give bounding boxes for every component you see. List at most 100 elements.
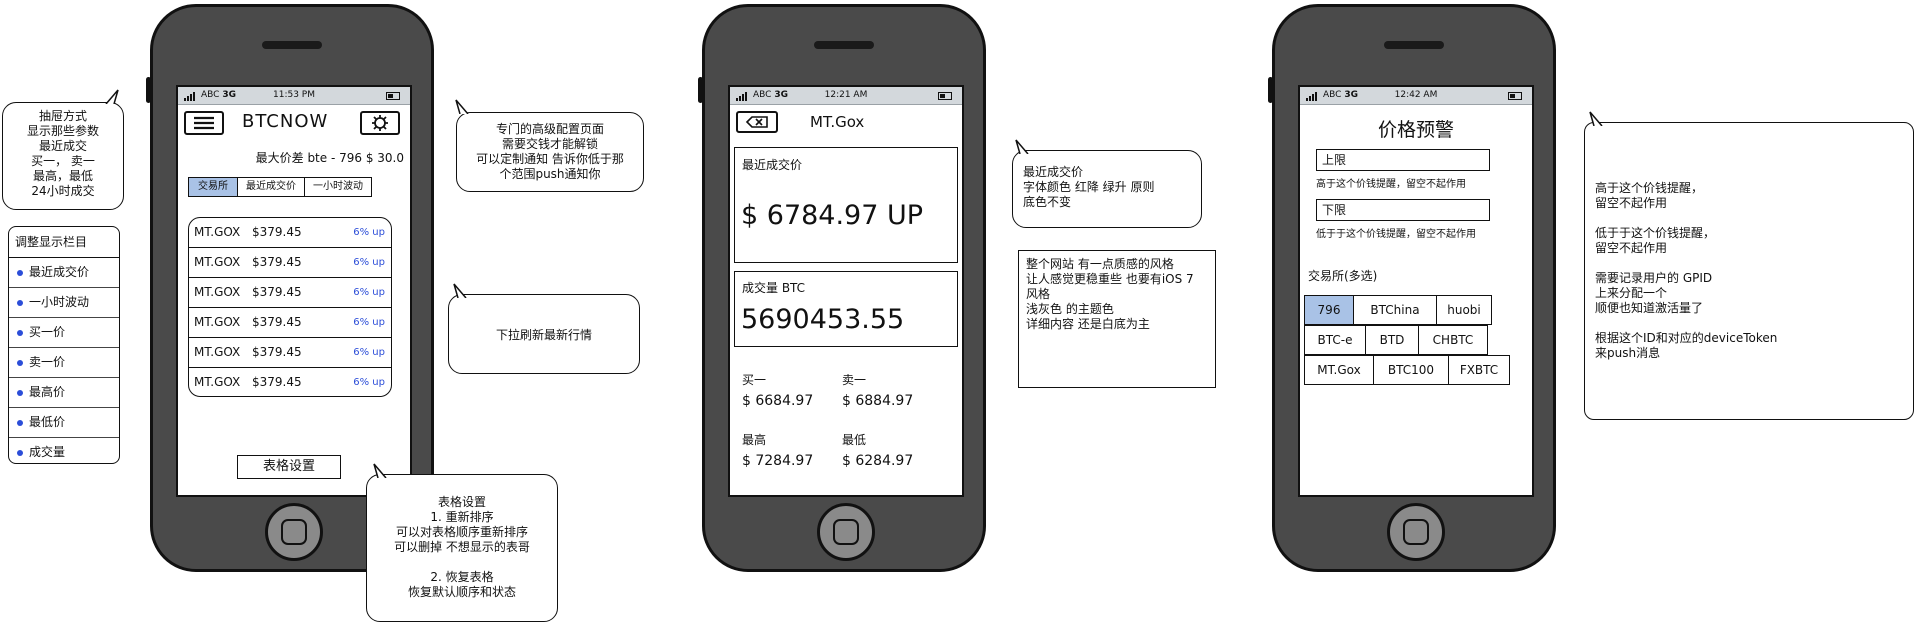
- callout-tail: [373, 463, 387, 478]
- note-line: 低于于这个价钱提醒，: [1595, 226, 1716, 240]
- sell-label: 卖一: [842, 373, 867, 387]
- note-line: 2. 恢复表格: [430, 570, 494, 584]
- table-settings-button[interactable]: 表格设置: [237, 455, 341, 479]
- battery-icon: [938, 92, 952, 100]
- screen-1: ABC 3G 11:53 PM BTCNOW 最大价差 bte - 796 $ …: [176, 85, 412, 497]
- exchange-name: MT.GOX: [194, 285, 241, 299]
- clock: 12:42 AM: [1394, 90, 1438, 100]
- column-item[interactable]: 成交量: [9, 438, 119, 463]
- table-row[interactable]: MT.GOX $379.45 6% up: [189, 248, 391, 278]
- max-spread: 最大价差 bte - 796 $ 30.0: [255, 151, 404, 165]
- exchange-option[interactable]: BTC100: [1373, 355, 1449, 385]
- volume-card: 成交量 BTC 5690453.55: [734, 271, 958, 347]
- note-line: [367, 555, 557, 570]
- column-item[interactable]: 最近成交价: [9, 258, 119, 288]
- exchange-option[interactable]: MT.Gox: [1304, 355, 1374, 385]
- lower-limit-hint: 低于于这个价钱提醒，留空不起作用: [1316, 229, 1476, 240]
- volume-value: 5690453.55: [741, 304, 905, 335]
- menu-button[interactable]: [184, 111, 224, 135]
- note-line: 最高，最低: [32, 169, 93, 183]
- menu-icon: [194, 116, 214, 130]
- note-line: 高于这个价钱提醒，: [1595, 181, 1704, 195]
- note-line: 详细内容 还是白底为主: [1026, 317, 1150, 331]
- gear-icon: [372, 115, 388, 131]
- note-line: 表格设置: [437, 495, 486, 509]
- note-line: 让人感觉更稳重些 也要有iOS 7: [1026, 272, 1194, 286]
- exchange-name: MT.GOX: [194, 255, 241, 269]
- price: $379.45: [252, 345, 302, 359]
- advanced-note: 专门的高级配置页面 需要交钱才能解锁 可以定制通知 告诉你低于那 个范围push…: [456, 112, 644, 192]
- callout-tail: [105, 89, 119, 104]
- column-list[interactable]: 调整显示栏目 最近成交价 一小时波动 买一价 卖一价 最高价 最低价 成交量: [8, 226, 120, 464]
- price: $379.45: [252, 375, 302, 389]
- status-bar: ABC 3G 11:53 PM: [178, 87, 410, 105]
- app-title: BTCNOW: [242, 111, 329, 132]
- note-line: 恢复默认顺序和状态: [407, 585, 516, 599]
- table-row[interactable]: MT.GOX $379.45 6% up: [189, 338, 391, 368]
- change: 6% up: [353, 317, 385, 328]
- tab-last-price[interactable]: 最近成交价: [238, 178, 305, 196]
- note-line: 最近成交价: [1023, 165, 1084, 179]
- exchange-name: MT.GOX: [194, 375, 241, 389]
- last-price-card: 最近成交价 $ 6784.97 UP: [734, 147, 958, 263]
- exchange-option[interactable]: BTChina: [1353, 295, 1437, 325]
- volume-label: 成交量 BTC: [742, 281, 806, 295]
- upper-limit-hint: 高于这个价钱提醒，留空不起作用: [1316, 179, 1466, 190]
- lower-limit-input[interactable]: 下限: [1316, 199, 1490, 221]
- note-line: 可以定制通知 告诉你低于那: [476, 152, 624, 166]
- table-row[interactable]: MT.GOX $379.45 6% up: [189, 218, 391, 248]
- exchange-option[interactable]: huobi: [1436, 295, 1492, 325]
- phone-2: ABC 3G 12:21 AM MT.Gox 最近成交价 $ 6784.97 U…: [698, 4, 986, 572]
- home-button[interactable]: [265, 503, 323, 561]
- home-button[interactable]: [1387, 503, 1445, 561]
- exchange-name: MT.GOX: [194, 315, 241, 329]
- note-line: 专门的高级配置页面: [495, 122, 604, 136]
- exchange-option[interactable]: BTD: [1365, 325, 1419, 355]
- home-square-icon: [833, 519, 859, 545]
- callout-tail: [455, 99, 469, 114]
- column-item[interactable]: 卖一价: [9, 348, 119, 378]
- battery-icon: [1508, 92, 1522, 100]
- exchange-option[interactable]: 796: [1304, 295, 1354, 325]
- market-table[interactable]: MT.GOX $379.45 6% up MT.GOX $379.45 6% up MT…: [188, 217, 392, 397]
- back-button[interactable]: [736, 111, 778, 133]
- sell-value: $ 6884.97: [842, 393, 914, 409]
- exchange-option[interactable]: BTC-e: [1304, 325, 1366, 355]
- screen-2: ABC 3G 12:21 AM MT.Gox 最近成交价 $ 6784.97 U…: [728, 85, 964, 497]
- exchange-title: MT.Gox: [810, 113, 865, 131]
- change: 6% up: [353, 287, 385, 298]
- price: $379.45: [252, 315, 302, 329]
- exchange-option[interactable]: CHBTC: [1418, 325, 1488, 355]
- price: $379.45: [252, 285, 302, 299]
- sort-tabs[interactable]: 交易所 最近成交价 一小时波动: [188, 177, 372, 197]
- price: $379.45: [252, 255, 302, 269]
- upper-limit-input[interactable]: 上限: [1316, 149, 1490, 171]
- style-note: 整个网站 有一点质感的风格 让人感觉更稳重些 也要有iOS 7 风格 浅灰色 的…: [1018, 250, 1216, 388]
- note-line: 留空不起作用: [1595, 196, 1668, 210]
- column-item[interactable]: 一小时波动: [9, 288, 119, 318]
- column-item[interactable]: 最高价: [9, 378, 119, 408]
- note-line: 底色不变: [1023, 195, 1072, 209]
- tab-hour-change[interactable]: 一小时波动: [305, 178, 371, 196]
- home-button[interactable]: [817, 503, 875, 561]
- note-line: 需要记录用户的 GPID: [1595, 271, 1713, 285]
- note-line: 需要交钱才能解锁: [501, 137, 598, 151]
- note-line: 1. 重新排序: [430, 510, 494, 524]
- speaker: [814, 41, 874, 49]
- screen-3: ABC 3G 12:42 AM 价格预警 上限 高于这个价钱提醒，留空不起作用 …: [1298, 85, 1534, 497]
- alerts-note: 高于这个价钱提醒， 留空不起作用 低于于这个价钱提醒， 留空不起作用 需要记录用…: [1584, 122, 1914, 420]
- last-price-value: $ 6784.97 UP: [741, 200, 924, 231]
- exchange-option[interactable]: FXBTC: [1448, 355, 1510, 385]
- exchange-section-label: 交易所(多选): [1308, 269, 1378, 283]
- tab-exchange[interactable]: 交易所: [189, 178, 238, 196]
- drawer-note: 抽屉方式 显示那些参数 最近成交 买一， 卖一 最高，最低 24小时成交: [2, 102, 124, 210]
- column-item[interactable]: 最低价: [9, 408, 119, 438]
- table-row[interactable]: MT.GOX $379.45 6% up: [189, 368, 391, 396]
- settings-button[interactable]: [360, 111, 400, 135]
- side-button: [146, 77, 151, 103]
- last-price-label: 最近成交价: [742, 158, 803, 172]
- table-row[interactable]: MT.GOX $379.45 6% up: [189, 308, 391, 338]
- table-row[interactable]: MT.GOX $379.45 6% up: [189, 278, 391, 308]
- note-line: 抽屉方式: [38, 109, 87, 123]
- column-item[interactable]: 买一价: [9, 318, 119, 348]
